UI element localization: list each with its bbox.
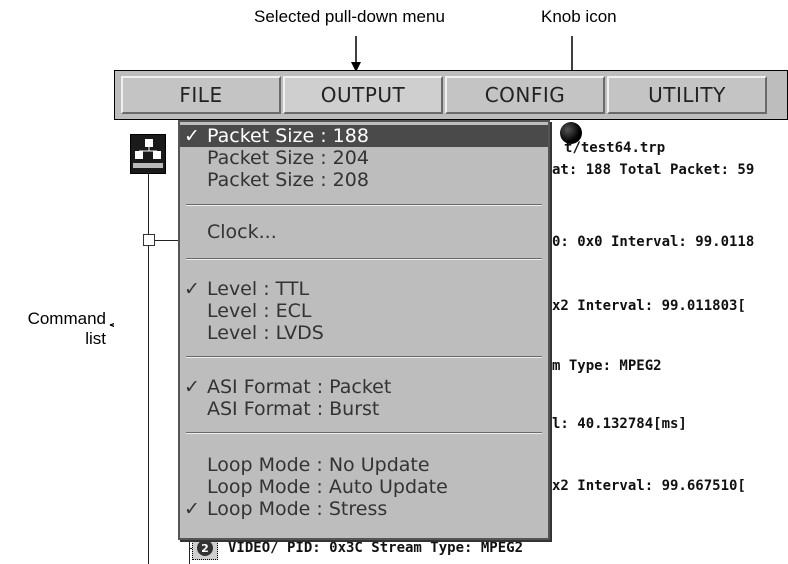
menu-separator	[186, 356, 542, 358]
menu-tab-config[interactable]: CONFIG	[445, 76, 605, 114]
tree-file-info: at: 188 Total Packet: 59	[552, 162, 755, 178]
menu-tab-output[interactable]: OUTPUT	[283, 76, 443, 114]
check-icon: ✓	[184, 376, 200, 398]
menu-item-label: ASI Format : Packet	[207, 376, 392, 398]
menu-item-label: Level : ECL	[207, 300, 312, 322]
stream-badge-number: 2	[197, 540, 213, 556]
check-icon: ✓	[184, 278, 200, 300]
menu-tab-utility[interactable]: UTILITY	[607, 76, 767, 114]
network-tree-icon[interactable]	[130, 134, 166, 174]
tree-row-6: VIDEO/ PID: 0x3C Stream Type: MPEG2	[228, 540, 524, 556]
knob-icon[interactable]	[560, 122, 582, 144]
menu-item-loop-stress[interactable]: ✓ Loop Mode : Stress	[180, 498, 548, 520]
menu-item-label: Level : TTL	[207, 278, 310, 300]
network-tree-icon-graphic	[133, 139, 163, 168]
menu-item-asi-format-packet[interactable]: ✓ ASI Format : Packet	[180, 376, 548, 398]
menu-separator	[186, 258, 542, 260]
menu-item-packet-size-188[interactable]: ✓ Packet Size : 188	[180, 125, 548, 147]
menu-item-label: ASI Format : Burst	[207, 398, 380, 420]
output-pulldown-menu: ✓ Packet Size : 188 Packet Size : 204 Pa…	[178, 120, 550, 540]
menu-item-loop-no-update[interactable]: Loop Mode : No Update	[180, 454, 548, 476]
menu-bar: FILE OUTPUT CONFIG UTILITY	[114, 70, 788, 120]
menu-item-label: Clock...	[207, 221, 277, 243]
menu-item-label: Packet Size : 208	[207, 169, 369, 191]
tree-row-1: 0: 0x0 Interval: 99.0118	[552, 234, 755, 250]
menu-separator	[186, 204, 542, 206]
menu-item-label: Level : LVDS	[207, 322, 324, 344]
menu-separator	[186, 432, 542, 434]
menu-item-level-lvds[interactable]: Level : LVDS	[180, 322, 548, 344]
tree-row-3: m Type: MPEG2	[552, 358, 662, 374]
check-icon: ✓	[184, 125, 200, 147]
device-screen: t/test64.trp at: 188 Total Packet: 59 0:…	[114, 70, 788, 564]
tree-row-5: x2 Interval: 99.667510[	[552, 478, 746, 494]
menu-item-clock[interactable]: Clock...	[180, 221, 548, 243]
menu-item-label: Packet Size : 204	[207, 147, 369, 169]
tree-row-4: l: 40.132784[ms]	[552, 416, 687, 432]
menu-item-packet-size-208[interactable]: Packet Size : 208	[180, 169, 548, 191]
tree-branch-line	[155, 240, 179, 241]
menu-item-level-ecl[interactable]: Level : ECL	[180, 300, 548, 322]
tree-vertical-line	[148, 172, 149, 564]
menu-item-level-ttl[interactable]: ✓ Level : TTL	[180, 278, 548, 300]
tree-file-path-text: /test64.trp	[572, 140, 666, 156]
menu-item-loop-auto-update[interactable]: Loop Mode : Auto Update	[180, 476, 548, 498]
expand-box-icon[interactable]	[143, 234, 155, 246]
menu-item-label: Loop Mode : Auto Update	[207, 476, 448, 498]
menu-item-packet-size-204[interactable]: Packet Size : 204	[180, 147, 548, 169]
check-icon: ✓	[184, 498, 200, 520]
menu-item-asi-format-burst[interactable]: ASI Format : Burst	[180, 398, 548, 420]
menu-tab-file[interactable]: FILE	[121, 76, 281, 114]
tree-file-path: t/test64.trp	[564, 140, 665, 156]
menu-item-label: Loop Mode : No Update	[207, 454, 430, 476]
menu-item-label: Packet Size : 188	[207, 125, 369, 147]
menu-item-label: Loop Mode : Stress	[207, 498, 388, 520]
tree-row-2: x2 Interval: 99.011803[	[552, 298, 746, 314]
